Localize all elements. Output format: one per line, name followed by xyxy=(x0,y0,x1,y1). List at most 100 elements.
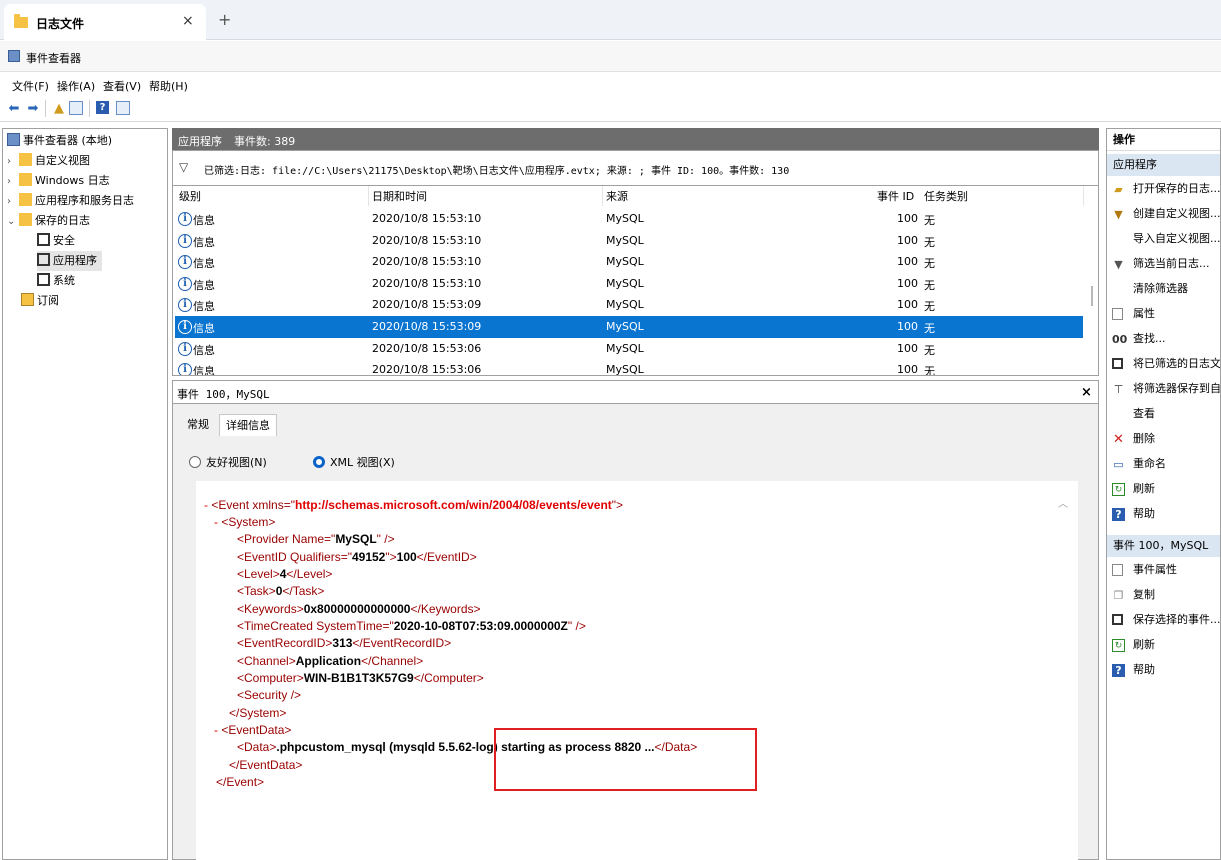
column-source[interactable]: 来源 xyxy=(606,188,628,204)
chevron-right-icon[interactable]: › xyxy=(7,152,19,172)
action-help-event[interactable]: ? 帮助 xyxy=(1107,659,1220,681)
column-level[interactable]: 级别 xyxy=(179,188,201,204)
column-event-id[interactable]: 事件 ID xyxy=(877,188,914,204)
action-create-custom-view[interactable]: ▼ 创建自定义视图... xyxy=(1107,203,1221,225)
rename-icon: ▭ xyxy=(1113,458,1124,471)
tab-general[interactable]: 常规 xyxy=(181,414,215,436)
cell-level: 信息 xyxy=(193,257,215,271)
back-icon[interactable]: ⬅ xyxy=(6,100,22,116)
action-label: 创建自定义视图... xyxy=(1133,207,1221,220)
table-row[interactable]: i 信息 2020/10/8 15:53:10 MySQL 100 无 xyxy=(175,273,1083,295)
help-icon: ? xyxy=(1112,508,1125,521)
help-icon[interactable]: ? xyxy=(96,101,109,114)
radio-selected-icon[interactable] xyxy=(313,456,325,468)
action-save-filter-to-view[interactable]: ⊤ 将筛选器保存到自定 xyxy=(1107,378,1220,400)
table-row-selected[interactable]: i 信息 2020/10/8 15:53:09 MySQL 100 无 xyxy=(175,316,1083,338)
cell-event-id: 100 xyxy=(897,341,918,355)
action-view[interactable]: 查看 xyxy=(1107,403,1220,425)
menu-view[interactable]: 查看(V) xyxy=(103,78,141,94)
action-help[interactable]: ? 帮助 xyxy=(1107,503,1220,525)
action-properties[interactable]: 属性 xyxy=(1107,303,1220,325)
tree-saved-security[interactable]: 安全 xyxy=(37,231,75,251)
tab-close-button[interactable]: × xyxy=(182,13,194,29)
filter-bar: ▽ 已筛选:日志: file://C:\Users\21175\Desktop\… xyxy=(172,150,1099,186)
friendly-view-radio[interactable]: 友好视图(N) xyxy=(189,454,267,470)
tree-custom-views[interactable]: › 自定义视图 xyxy=(7,151,90,171)
log-header: 应用程序 事件数: 389 xyxy=(172,128,1099,150)
xml-system-open: - <System> xyxy=(214,515,276,529)
menu-help[interactable]: 帮助(H) xyxy=(149,78,188,94)
help-icon: ? xyxy=(1112,664,1125,677)
actions-section-event[interactable]: 事件 100，MySQL xyxy=(1107,535,1220,557)
chevron-right-icon[interactable]: › xyxy=(7,172,19,192)
xml-eventdata-close: </EventData> xyxy=(229,758,303,772)
column-divider[interactable] xyxy=(602,186,603,206)
tree-saved-system[interactable]: 系统 xyxy=(37,271,75,291)
xml-time-created: <TimeCreated SystemTime="2020-10-08T07:5… xyxy=(237,619,586,633)
filter-icon: ▼ xyxy=(1114,258,1123,271)
tree-subscriptions[interactable]: 订阅 xyxy=(21,291,59,311)
show-hide-tree-icon[interactable] xyxy=(69,101,83,115)
tab-details[interactable]: 详细信息 xyxy=(219,414,277,436)
menu-action[interactable]: 操作(A) xyxy=(57,78,95,94)
scroll-up-icon[interactable]: ︿ xyxy=(1058,495,1068,510)
action-delete[interactable]: ✕ 删除 xyxy=(1107,428,1220,450)
action-label: 帮助 xyxy=(1133,507,1155,520)
column-divider[interactable] xyxy=(368,186,369,206)
cell-task: 无 xyxy=(924,300,935,314)
action-filter-current-log[interactable]: ▼ 筛选当前日志... xyxy=(1107,253,1220,275)
action-clear-filter[interactable]: 清除筛选器 xyxy=(1107,278,1220,300)
info-icon: i xyxy=(178,276,192,291)
table-row[interactable]: i 信息 2020/10/8 15:53:10 MySQL 100 无 xyxy=(175,230,1083,252)
cell-source: MySQL xyxy=(606,255,644,269)
column-divider[interactable] xyxy=(1083,186,1084,206)
action-refresh[interactable]: ↻ 刷新 xyxy=(1107,478,1220,500)
action-import-custom-view[interactable]: 导入自定义视图... xyxy=(1107,228,1220,250)
chevron-down-icon[interactable]: ⌄ xyxy=(7,212,19,232)
actions-section-log[interactable]: 应用程序 xyxy=(1107,154,1220,176)
tree-saved-logs[interactable]: ⌄ 保存的日志 xyxy=(7,211,90,231)
action-rename[interactable]: ▭ 重命名 xyxy=(1107,453,1220,475)
properties-icon xyxy=(1112,308,1123,320)
up-folder-icon[interactable]: ▲ xyxy=(51,100,67,116)
detail-close-button[interactable]: × xyxy=(1081,385,1092,400)
menu-file[interactable]: 文件(F) xyxy=(12,78,49,94)
action-copy[interactable]: ❐ 复制 xyxy=(1107,584,1220,606)
action-save-filtered-log[interactable]: 将已筛选的日志文件 xyxy=(1107,353,1220,375)
column-datetime[interactable]: 日期和时间 xyxy=(372,188,427,204)
navigation-tree: 事件查看器 (本地) › 自定义视图 › Windows 日志 › 应用程序和服务日志… xyxy=(2,128,168,860)
tab-log-files[interactable]: 日志文件 × xyxy=(4,4,206,40)
tree-root[interactable]: 事件查看器 (本地) xyxy=(7,131,112,151)
xml-channel: <Channel>Application</Channel> xyxy=(237,654,424,668)
save-icon xyxy=(1112,358,1123,369)
table-row[interactable]: i 信息 2020/10/8 15:53:06 MySQL 100 无 xyxy=(175,359,1083,375)
action-save-selected-events[interactable]: 保存选择的事件... xyxy=(1107,609,1220,631)
chevron-right-icon[interactable]: › xyxy=(7,192,19,212)
new-tab-button[interactable]: + xyxy=(218,10,231,29)
event-count: 事件数: 389 xyxy=(234,135,296,148)
table-row[interactable]: i 信息 2020/10/8 15:53:06 MySQL 100 无 xyxy=(175,338,1083,360)
table-row[interactable]: i 信息 2020/10/8 15:53:10 MySQL 100 无 xyxy=(175,208,1083,230)
show-action-pane-icon[interactable] xyxy=(116,101,130,115)
tree-label: 订阅 xyxy=(37,294,59,307)
tree-saved-application[interactable]: 应用程序 xyxy=(37,251,102,271)
xml-system-time: 2020-10-08T07:53:09.0000000Z xyxy=(393,619,568,633)
action-event-properties[interactable]: 事件属性 xyxy=(1107,559,1220,581)
table-row[interactable]: i 信息 2020/10/8 15:53:09 MySQL 100 无 xyxy=(175,294,1083,316)
filter-icon: ▽ xyxy=(179,160,189,174)
table-scrollbar[interactable] xyxy=(1091,286,1093,306)
radio-icon[interactable] xyxy=(189,456,201,468)
action-open-saved-log[interactable]: ▰ 打开保存的日志... xyxy=(1107,178,1220,200)
action-refresh-event[interactable]: ↻ 刷新 xyxy=(1107,634,1220,656)
cell-level: 信息 xyxy=(193,214,215,227)
table-row[interactable]: i 信息 2020/10/8 15:53:10 MySQL 100 无 xyxy=(175,251,1083,273)
xml-view-radio[interactable]: XML 视图(X) xyxy=(313,454,395,470)
tree-windows-logs[interactable]: › Windows 日志 xyxy=(7,171,110,191)
column-task-category[interactable]: 任务类别 xyxy=(924,188,968,204)
action-find[interactable]: 00 查找... xyxy=(1107,328,1220,350)
forward-icon[interactable]: ➡ xyxy=(25,100,41,116)
tree-app-service-logs[interactable]: › 应用程序和服务日志 xyxy=(7,191,134,211)
tree-label: 系统 xyxy=(53,274,75,287)
xml-eventdata-open: - <EventData> xyxy=(214,723,292,737)
app-title-bar: 事件查看器 xyxy=(0,41,1221,72)
